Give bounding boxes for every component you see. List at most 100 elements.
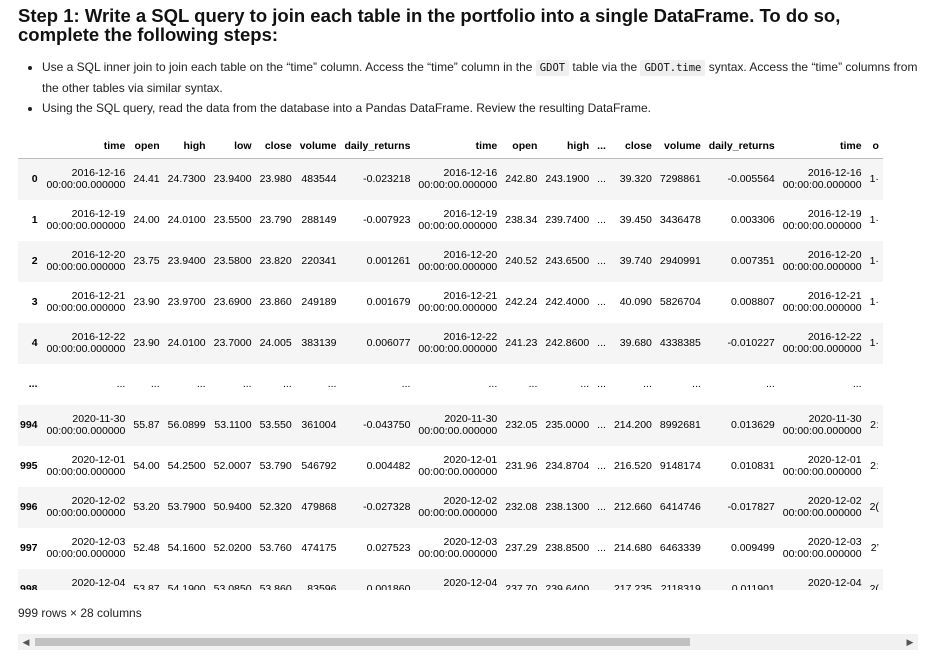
table-cell: 23.860 <box>259 296 292 308</box>
table-cell: 2020-12-03 00:00:00.000000 <box>46 536 126 560</box>
row-index: 995 <box>20 460 38 472</box>
triangle-left-icon[interactable]: ◀ <box>18 634 34 650</box>
table-cell: ... <box>597 214 606 226</box>
table-cell: 23.820 <box>259 255 292 267</box>
table-cell: 217.235 <box>613 583 652 590</box>
column-header: daily_returns <box>704 134 779 159</box>
column-header: high <box>163 134 210 159</box>
table-cell: 242.8600 <box>545 337 590 349</box>
table-cell: 23.7000 <box>213 337 252 349</box>
row-index: 997 <box>20 542 38 554</box>
table-cell: 53.7900 <box>167 501 206 513</box>
table-cell: 2( <box>869 583 879 590</box>
table-cell: 214.680 <box>613 542 652 554</box>
table-cell: 2940991 <box>659 255 701 267</box>
table-cell: 2’ <box>870 542 879 554</box>
table-cell: 239.6400 <box>545 583 590 590</box>
column-header: volume <box>655 134 705 159</box>
table-cell: 2020-12-02 00:00:00.000000 <box>782 495 862 519</box>
table-cell: 1· <box>869 214 879 226</box>
table-cell: 2020-12-01 00:00:00.000000 <box>46 454 126 478</box>
table-cell: ... <box>643 378 652 390</box>
row-index: 998 <box>20 583 38 590</box>
column-header: time <box>778 134 866 159</box>
table-cell: 2016-12-21 00:00:00.000000 <box>782 290 862 314</box>
table-cell: 232.05 <box>505 419 538 431</box>
table-cell: 2020-11-30 00:00:00.000000 <box>418 413 498 437</box>
table-cell: ... <box>282 378 292 390</box>
table-cell: 0.009499 <box>730 542 775 554</box>
table-cell: 24.0100 <box>167 214 206 226</box>
table-cell: 242.24 <box>505 296 538 308</box>
table-cell: 361004 <box>301 419 337 431</box>
table-cell: 2016-12-16 00:00:00.000000 <box>782 167 862 192</box>
table-cell: 238.1300 <box>545 501 590 513</box>
table-cell: 54.00 <box>133 460 160 472</box>
table-cell: -0.005564 <box>727 173 775 186</box>
table-cell: 243.1900 <box>545 173 590 186</box>
table-header-row: time open high low close volume daily_returns t… <box>18 134 883 159</box>
table-cell: 2020-12-03 00:00:00.000000 <box>418 536 498 560</box>
table-cell: ... <box>150 378 160 390</box>
table-cell: 53.87 <box>133 583 160 590</box>
table-cell: 39.740 <box>619 255 652 267</box>
index-header <box>18 134 43 159</box>
table-cell: 383139 <box>301 337 337 349</box>
table-cell: 24.00 <box>133 214 160 226</box>
table-cell: ... <box>488 378 498 390</box>
table-cell: ... <box>242 378 252 390</box>
table-cell: 52.48 <box>133 542 160 554</box>
table-cell: 53.20 <box>133 501 160 513</box>
table-cell: 2016-12-20 00:00:00.000000 <box>46 249 126 273</box>
table-cell: 242.80 <box>505 173 538 186</box>
horizontal-scrollbar[interactable]: ◀ ▶ <box>18 634 918 650</box>
table-cell: 23.9700 <box>167 296 206 308</box>
inline-code-gdot-time: GDOT.time <box>640 60 706 76</box>
table-cell: 0.001679 <box>366 296 411 308</box>
table-cell: 23.75 <box>133 255 160 267</box>
instruction-text: table via the <box>569 60 641 74</box>
table-row: ........................................… <box>18 364 883 405</box>
table-row: 2 2016-12-20 00:00:00.000000 23.75 23.9400 23… <box>18 240 883 282</box>
table-cell: 288149 <box>301 214 337 226</box>
column-header: volume <box>295 134 341 159</box>
table-cell: ... <box>597 501 606 513</box>
table-cell: 2020-12-0400:00:00.000000 <box>418 577 498 590</box>
scrollbar-thumb[interactable] <box>35 638 690 646</box>
table-cell: 23.9400 <box>167 255 206 267</box>
table-cell: 53.0850 <box>213 583 252 590</box>
table-cell: 23.980 <box>259 173 292 186</box>
table-cell: 0.008807 <box>730 296 775 308</box>
table-cell: 55.87 <box>133 419 160 431</box>
table-row: 996 2020-12-02 00:00:00.000000 53.20 53.7900… <box>18 486 883 528</box>
table-cell: ... <box>580 378 590 390</box>
table-cell: 239.7400 <box>545 214 590 226</box>
table-cell: 2016-12-16 00:00:00.000000 <box>46 167 126 192</box>
table-cell: ... <box>597 419 606 431</box>
row-index: 0 <box>31 173 38 186</box>
table-cell: 2016-12-22 00:00:00.000000 <box>418 331 498 355</box>
table-cell: ... <box>597 542 606 554</box>
instruction-text: Use a SQL inner join to join each table … <box>42 60 536 74</box>
column-header: high <box>541 134 594 159</box>
triangle-right-icon[interactable]: ▶ <box>902 634 918 650</box>
table-cell: 0.004482 <box>366 460 411 472</box>
table-cell: ... <box>196 378 206 390</box>
table-cell: 7298861 <box>659 173 701 186</box>
table-cell: 54.1600 <box>167 542 206 554</box>
table-cell: 243.6500 <box>545 255 590 267</box>
table-cell: 39.320 <box>619 173 652 186</box>
table-cell: 220341 <box>301 255 337 267</box>
table-row: 995 2020-12-01 00:00:00.000000 54.00 54.2500… <box>18 446 883 487</box>
table-row: 0 2016-12-16 00:00:00.000000 24.41 24.7300 23… <box>18 158 883 200</box>
table-cell: 2020-12-03 00:00:00.000000 <box>782 536 862 560</box>
table-cell: ... <box>327 378 337 390</box>
table-cell: -0.027328 <box>363 501 411 513</box>
table-cell: 52.0200 <box>213 542 252 554</box>
table-cell: 39.680 <box>619 337 652 349</box>
table-cell: ... <box>597 173 606 186</box>
table-cell: 1· <box>869 296 879 308</box>
table-cell: 53.760 <box>259 542 292 554</box>
column-header: close <box>609 134 656 159</box>
column-header: open <box>129 134 164 159</box>
